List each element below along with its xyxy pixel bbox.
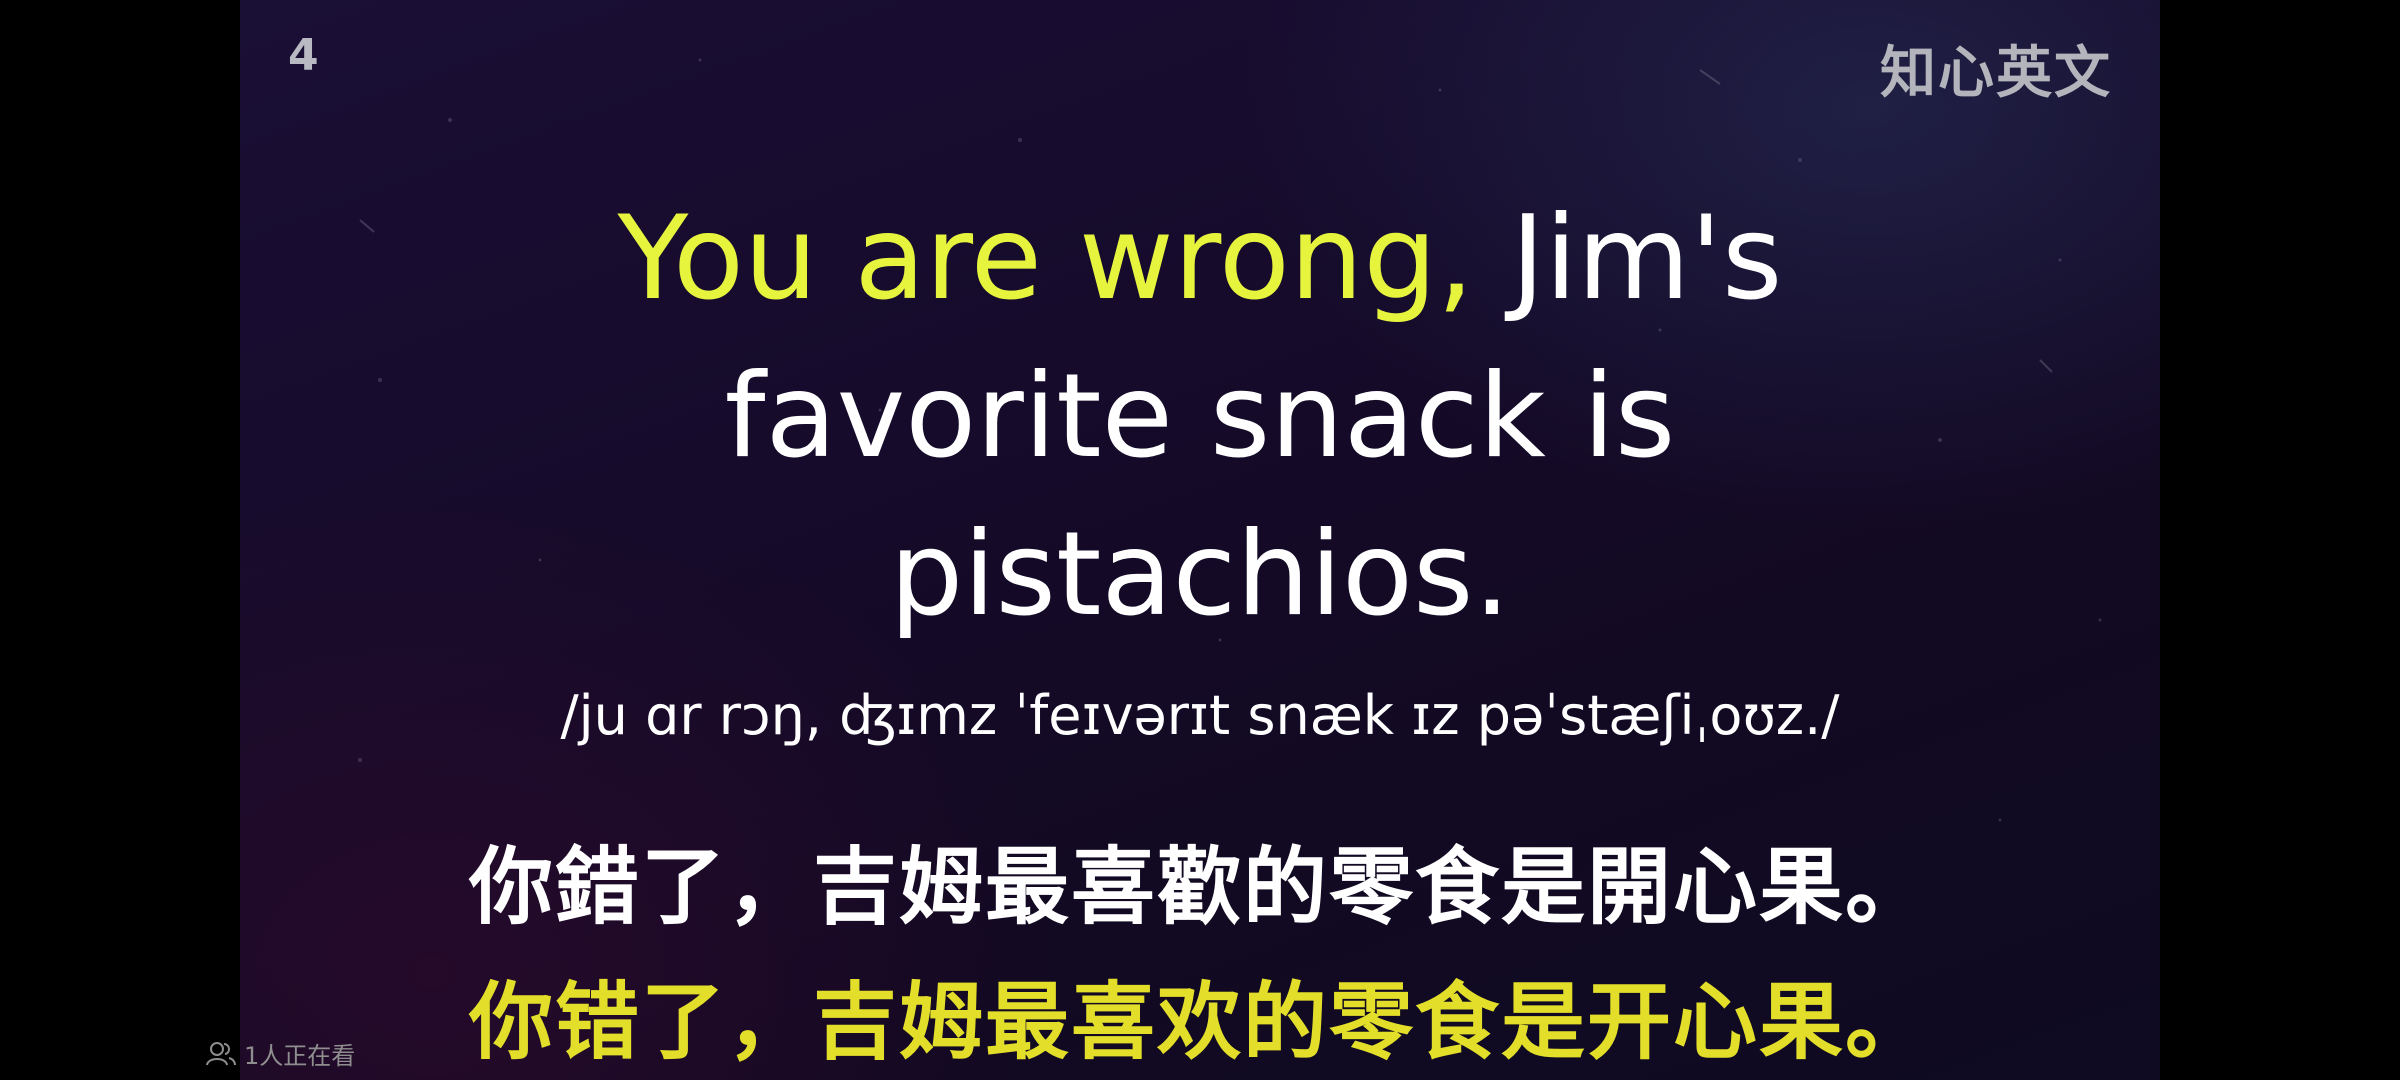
translation-traditional: 你錯了，吉姆最喜歡的零食是開心果。 — [468, 838, 1931, 936]
video-player[interactable]: 4 知心英文 You are wrong, Jim's favorite sna… — [240, 0, 2160, 1080]
ipa-transcription: /ju ɑr rɔŋ, ʤɪmz ˈfeɪvərɪt snæk ɪz pəˈst… — [560, 684, 1840, 747]
sentence-highlight: You are wrong, — [617, 191, 1474, 326]
sentence-line-2: favorite snack is — [724, 349, 1676, 484]
viewer-count-text: 1人正在看 — [244, 1042, 356, 1070]
slide-number: 4 — [288, 30, 319, 81]
viewer-count: 1人正在看 — [206, 1036, 355, 1071]
english-sentence: You are wrong, Jim's favorite snack is p… — [300, 180, 2100, 654]
sentence-line-1: You are wrong, Jim's — [300, 180, 2100, 338]
sentence-line-3: pistachios. — [889, 507, 1511, 642]
people-icon — [206, 1041, 236, 1067]
translation-simplified: 你错了，吉姆最喜欢的零食是开心果。 — [468, 973, 1931, 1071]
sentence-line-1-rest: Jim's — [1473, 191, 1783, 326]
channel-watermark: 知心英文 — [1880, 41, 2112, 106]
screen: 4 知心英文 You are wrong, Jim's favorite sna… — [0, 0, 2400, 1080]
